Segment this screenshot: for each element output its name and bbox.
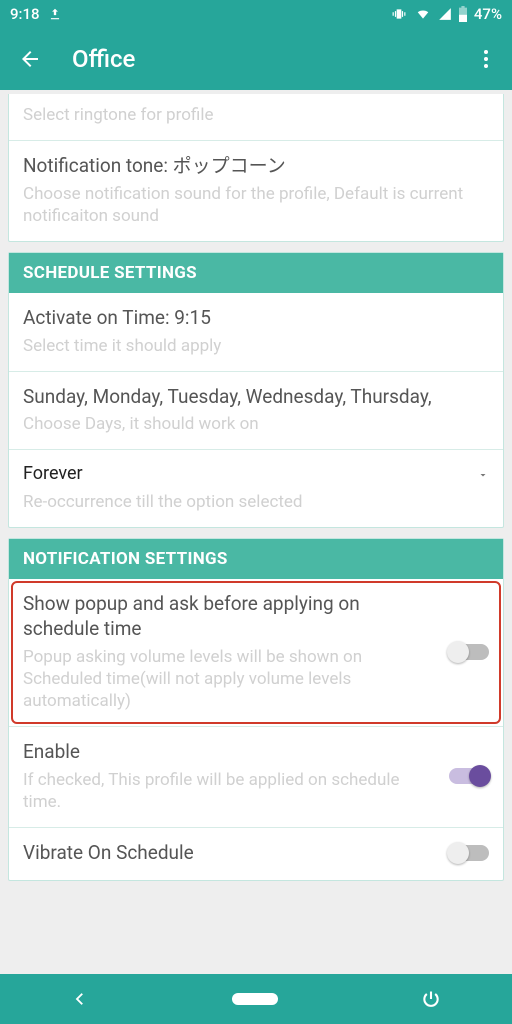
vibrate-icon	[390, 7, 408, 21]
overflow-menu-icon[interactable]	[474, 47, 498, 71]
nav-power-icon[interactable]	[421, 989, 441, 1009]
chevron-down-icon	[477, 469, 489, 481]
show-popup-row[interactable]: Show popup and ask before applying on sc…	[9, 579, 503, 727]
schedule-card: SCHEDULE SETTINGS Activate on Time: 9:15…	[8, 252, 504, 528]
notification-tone-subtitle: Choose notification sound for the profil…	[23, 183, 489, 227]
vibrate-toggle[interactable]	[449, 845, 489, 861]
page-title: Office	[72, 45, 135, 73]
activate-time-subtitle: Select time it should apply	[23, 335, 489, 357]
app-bar: Office	[0, 28, 512, 90]
ringtone-row[interactable]: Select ringtone for profile	[9, 94, 503, 140]
status-time: 9:18	[10, 5, 40, 23]
nav-home-button[interactable]	[232, 993, 278, 1005]
enable-title: Enable	[23, 739, 439, 765]
days-subtitle: Choose Days, it should work on	[23, 413, 489, 435]
tones-card: Select ringtone for profile Notification…	[8, 94, 504, 242]
vibrate-title: Vibrate On Schedule	[23, 840, 439, 866]
notification-header: NOTIFICATION SETTINGS	[9, 539, 503, 579]
days-row[interactable]: Sunday, Monday, Tuesday, Wednesday, Thur…	[9, 371, 503, 450]
status-bar: 9:18 47%	[0, 0, 512, 28]
nav-back-icon[interactable]	[71, 990, 89, 1008]
signal-icon	[438, 7, 452, 21]
notification-card: NOTIFICATION SETTINGS Show popup and ask…	[8, 538, 504, 881]
show-popup-toggle[interactable]	[449, 644, 489, 660]
ringtone-subtitle: Select ringtone for profile	[23, 104, 489, 126]
recurrence-value: Forever	[23, 462, 469, 486]
battery-icon	[458, 6, 468, 22]
enable-toggle[interactable]	[449, 768, 489, 784]
wifi-icon	[414, 7, 432, 21]
schedule-header: SCHEDULE SETTINGS	[9, 253, 503, 293]
activate-time-title: Activate on Time: 9:15	[23, 305, 489, 331]
notification-tone-title: Notification tone: ポップコーン	[23, 153, 489, 179]
show-popup-title: Show popup and ask before applying on sc…	[23, 591, 439, 642]
enable-subtitle: If checked, This profile will be applied…	[23, 769, 439, 813]
activate-time-row[interactable]: Activate on Time: 9:15 Select time it sh…	[9, 293, 503, 371]
vibrate-row[interactable]: Vibrate On Schedule	[9, 827, 503, 880]
battery-percent: 47%	[474, 5, 502, 23]
enable-row[interactable]: Enable If checked, This profile will be …	[9, 726, 503, 827]
recurrence-subtitle: Re-occurrence till the option selected	[23, 491, 489, 513]
recurrence-row[interactable]: Forever Re-occurrence till the option se…	[9, 449, 503, 526]
upload-icon	[48, 7, 62, 21]
show-popup-subtitle: Popup asking volume levels will be shown…	[23, 646, 439, 712]
notification-tone-row[interactable]: Notification tone: ポップコーン Choose notific…	[9, 140, 503, 241]
navigation-bar	[0, 974, 512, 1024]
days-title: Sunday, Monday, Tuesday, Wednesday, Thur…	[23, 384, 489, 410]
back-icon[interactable]	[18, 47, 42, 71]
